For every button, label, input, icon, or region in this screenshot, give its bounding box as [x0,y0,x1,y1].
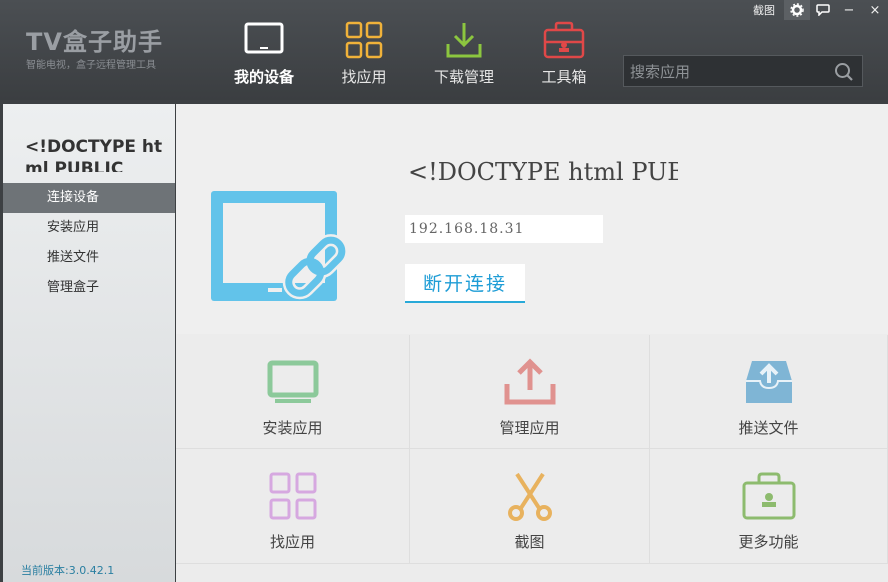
search-box [623,55,863,87]
search-icon[interactable] [834,62,854,86]
tool-label: 截图 [514,533,545,551]
toolbox-icon [741,467,797,525]
tool-label: 更多功能 [738,533,799,551]
tool-label: 管理应用 [499,419,560,437]
nav-label: 找应用 [341,68,387,86]
gear-icon[interactable] [784,0,810,20]
tool-push-files[interactable]: 推送文件 [650,335,888,449]
close-button[interactable]: × [862,0,888,20]
version-label: 当前版本:3.0.42.1 [21,564,115,577]
upload-icon [503,353,557,411]
sidebar: <!DOCTYPE html PUBLIC 连接设备 安装应用 推送文件 管理盒… [3,104,175,582]
chat-icon[interactable] [810,0,836,20]
main-panel: <!DOCTYPE html PUBLIC 断开连接 安装应用 管理应用 推送文… [176,104,888,582]
app-subtitle: 智能电视，盒子远程管理工具 [26,60,156,71]
tool-install-apps[interactable]: 安装应用 [176,335,410,449]
sidebar-item-push-files[interactable]: 推送文件 [3,243,175,273]
screenshot-button[interactable]: 截图 [744,0,784,20]
tv-icon [244,18,284,62]
tv-connected-icon [206,186,366,320]
device-panel: <!DOCTYPE html PUBLIC 断开连接 [176,104,888,334]
grid-icon [269,467,317,525]
device-name-text: <!DOCTYPE html PUBLIC [408,158,678,186]
nav-find-apps[interactable]: 找应用 [314,18,414,98]
tool-label: 安装应用 [262,419,323,437]
inbox-upload-icon [744,353,794,411]
tools-grid: 安装应用 管理应用 推送文件 找应用 截图 更多功能 [176,335,888,565]
tool-label: 推送文件 [738,419,799,437]
toolbox-icon [542,18,586,62]
scissors-icon [505,467,555,525]
nav-label: 我的设备 [233,68,294,86]
nav-my-devices[interactable]: 我的设备 [214,18,314,98]
sidebar-menu: 连接设备 安装应用 推送文件 管理盒子 [3,183,175,303]
top-nav: 我的设备 找应用 下载管理 工具箱 [214,18,614,98]
tool-find-apps[interactable]: 找应用 [176,449,410,564]
sidebar-item-manage-box[interactable]: 管理盒子 [3,273,175,303]
device-name: <!DOCTYPE html PUBLIC [404,158,678,186]
search-input[interactable] [628,60,827,84]
tool-more-features[interactable]: 更多功能 [650,449,888,564]
tool-manage-apps[interactable]: 管理应用 [410,335,650,449]
minimize-button[interactable]: − [836,0,862,20]
nav-label: 下载管理 [433,68,494,86]
tool-label: 找应用 [269,533,315,551]
tool-screenshot[interactable]: 截图 [410,449,650,564]
device-ip-field[interactable] [405,215,603,243]
nav-label: 工具箱 [541,68,587,86]
sidebar-device-title: <!DOCTYPE html PUBLIC [25,137,163,172]
app-logo: TV盒子助手 [26,28,163,56]
download-icon [444,18,484,62]
nav-toolbox[interactable]: 工具箱 [514,18,614,98]
monitor-icon [267,353,319,411]
disconnect-button[interactable]: 断开连接 [405,264,525,303]
grid-icon [345,18,383,62]
top-bar: TV盒子助手 智能电视，盒子远程管理工具 我的设备 找应用 下载管理 工具箱 截… [0,0,888,100]
nav-download-manager[interactable]: 下载管理 [414,18,514,98]
sidebar-item-install-apps[interactable]: 安装应用 [3,213,175,243]
window-controls: 截图 − × [744,0,888,20]
sidebar-item-connect-device[interactable]: 连接设备 [3,183,175,213]
